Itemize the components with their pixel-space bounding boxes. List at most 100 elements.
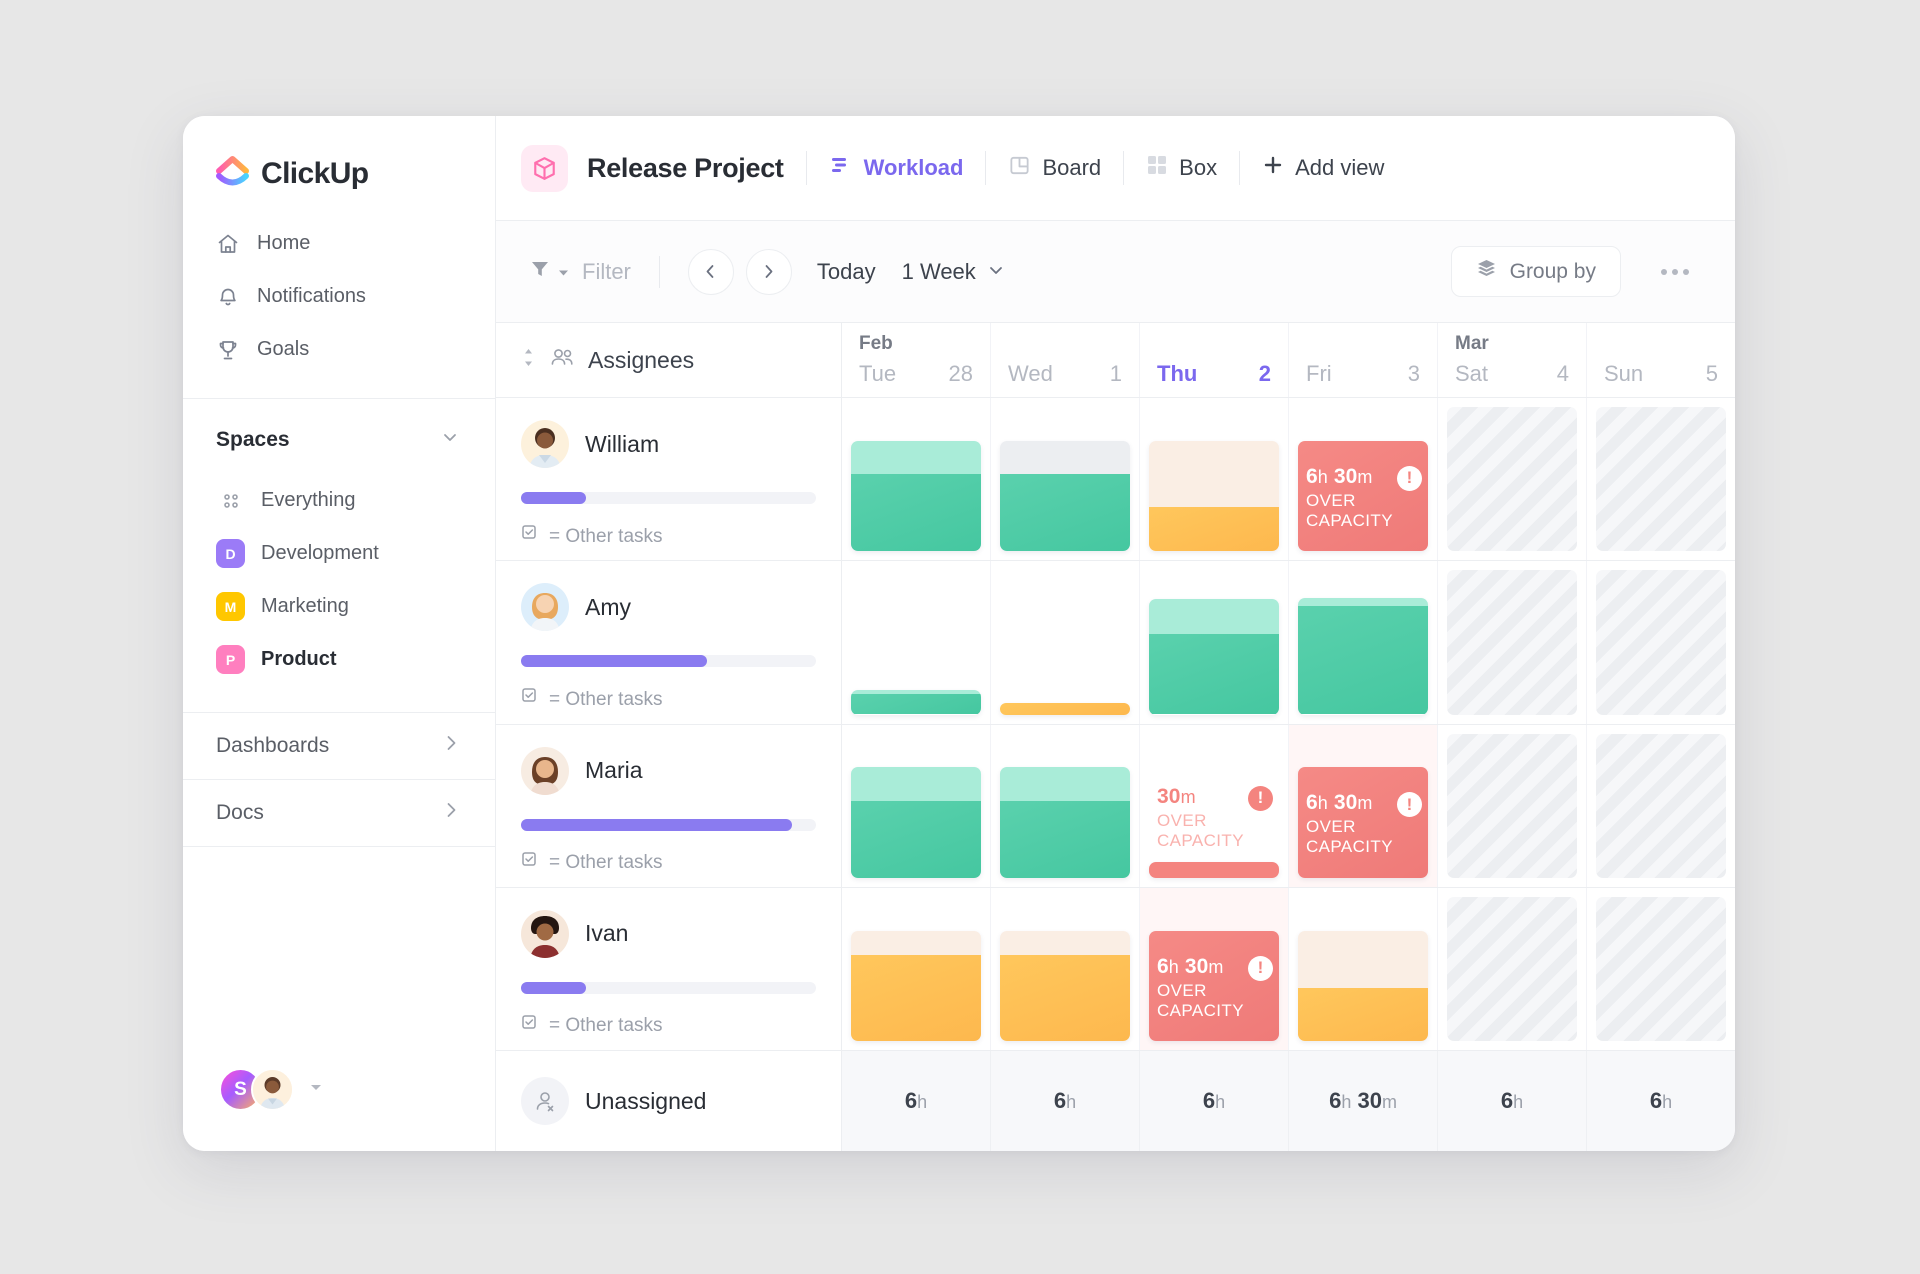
lane-maria[interactable]: Maria = Other tasks	[496, 725, 841, 888]
assignee-name: Amy	[585, 593, 631, 620]
workload-cell[interactable]	[991, 887, 1140, 1050]
assignees-header[interactable]: Assignees	[496, 323, 841, 398]
lane-header: William	[521, 420, 816, 468]
chevron-down-icon[interactable]	[308, 1079, 324, 1100]
avatar[interactable]	[521, 420, 569, 468]
warning-icon: !	[1248, 955, 1273, 981]
lane-william[interactable]: William = Other tasks	[496, 398, 841, 562]
bar-segment	[1298, 988, 1428, 1041]
workload-bar[interactable]	[1000, 767, 1130, 878]
chevron-right-icon	[441, 733, 461, 759]
sidebar-item-notifications[interactable]: Notifications	[183, 270, 495, 323]
spaces-header[interactable]: Spaces	[183, 399, 495, 464]
over-capacity-overlay: 30m OVER CAPACITY !	[1157, 785, 1273, 851]
sidebar-item-goals[interactable]: Goals	[183, 323, 495, 376]
group-by-button[interactable]: Group by	[1450, 246, 1621, 297]
bar-segment	[1149, 440, 1279, 508]
avatar[interactable]	[521, 909, 569, 958]
next-period-button[interactable]	[745, 248, 792, 295]
workload-cell-over-capacity[interactable]: 6h 30m OVER CAPACITY !	[1289, 398, 1438, 561]
workload-bar[interactable]	[1149, 440, 1279, 552]
day-number: 3	[1407, 361, 1420, 386]
workload-bar[interactable]	[1149, 599, 1279, 715]
lane-amy[interactable]: Amy = Other tasks	[496, 561, 841, 725]
over-capacity-caption: OVER CAPACITY	[1157, 810, 1244, 850]
sidebar-item-dashboards[interactable]: Dashboards	[183, 713, 495, 779]
workload-cell[interactable]	[842, 561, 991, 724]
workload-cell[interactable]	[842, 887, 991, 1050]
unassigned-avatar-icon	[521, 1077, 569, 1125]
other-tasks-label: = Other tasks	[549, 688, 663, 710]
tab-board[interactable]: Board	[1008, 154, 1101, 183]
divider	[805, 151, 807, 185]
workload-bar[interactable]	[1000, 703, 1130, 715]
add-view-label: Add view	[1295, 155, 1385, 180]
workload-cell[interactable]	[1289, 887, 1438, 1050]
workload-bar-over[interactable]	[1149, 861, 1279, 878]
avatar[interactable]	[251, 1068, 294, 1111]
workload-row-maria: 30m OVER CAPACITY ! 6h 30m OVER CAPACITY…	[842, 724, 1735, 888]
workload-bar[interactable]	[1000, 930, 1130, 1041]
tab-box[interactable]: Box	[1146, 154, 1217, 182]
workload-bar[interactable]	[851, 690, 981, 715]
assignees-label: Assignees	[588, 346, 695, 373]
workload-bar[interactable]	[1298, 930, 1428, 1041]
prev-period-button[interactable]	[687, 248, 734, 295]
sidebar-item-docs[interactable]: Docs	[183, 780, 495, 846]
more-options-button[interactable]	[1651, 259, 1699, 285]
sidebar-item-home[interactable]: Home	[183, 217, 495, 270]
weekend-hatch	[1596, 570, 1726, 715]
workload-cell-over-capacity[interactable]: 6h 30m OVER CAPACITY !	[1140, 887, 1289, 1050]
workload-cell[interactable]	[991, 561, 1140, 724]
assignee-name: Ivan	[585, 920, 629, 947]
avatar[interactable]	[521, 583, 569, 632]
brand-logo[interactable]: ClickUp	[183, 116, 495, 191]
user-avatar-group[interactable]: S	[183, 1068, 495, 1151]
other-tasks-row[interactable]: = Other tasks	[521, 687, 816, 712]
workload-cell[interactable]	[1289, 561, 1438, 724]
day-column-header: Wed 1	[991, 323, 1140, 397]
sidebar-item-development[interactable]: D Development	[183, 527, 495, 580]
other-tasks-row[interactable]: = Other tasks	[521, 851, 816, 876]
capacity-bar	[521, 492, 816, 504]
workload-cell[interactable]	[991, 398, 1140, 561]
brand-name: ClickUp	[261, 156, 369, 190]
avatar[interactable]	[521, 746, 569, 795]
day-of-week: Tue	[859, 361, 897, 386]
workload-cell[interactable]	[842, 724, 991, 887]
over-capacity-overlay: 6h 30m OVER CAPACITY !	[1157, 955, 1273, 1021]
other-tasks-row[interactable]: = Other tasks	[521, 524, 816, 549]
chevron-down-icon[interactable]	[440, 427, 460, 452]
sidebar-item-marketing[interactable]: M Marketing	[183, 580, 495, 633]
capacity-fill	[521, 655, 707, 668]
tab-workload[interactable]: Workload	[829, 153, 963, 183]
workload-cell[interactable]	[1140, 398, 1289, 561]
lane-unassigned[interactable]: Unassigned	[496, 1051, 841, 1151]
workload-bar[interactable]	[851, 767, 981, 878]
view-toolbar: Filter Today 1 Week Group by	[496, 221, 1735, 323]
total-cell: 6h	[842, 1051, 991, 1151]
workload-cell-over-capacity[interactable]: 30m OVER CAPACITY !	[1140, 724, 1289, 887]
workload-bar[interactable]	[851, 440, 981, 552]
workload-cell[interactable]	[1140, 561, 1289, 724]
bar-segment	[851, 954, 981, 1041]
add-view-button[interactable]: Add view	[1262, 154, 1384, 182]
warning-icon: !	[1397, 465, 1422, 491]
workload-bar[interactable]	[1298, 597, 1428, 715]
today-button[interactable]: Today	[817, 259, 876, 285]
sidebar-item-everything[interactable]: Everything	[183, 474, 495, 527]
workload-cell[interactable]	[842, 398, 991, 561]
range-selector[interactable]: 1 Week	[902, 259, 1005, 285]
lane-ivan[interactable]: Ivan = Other tasks	[496, 888, 841, 1051]
sort-icon[interactable]	[521, 348, 536, 372]
other-tasks-row[interactable]: = Other tasks	[521, 1014, 816, 1039]
sidebar-item-product[interactable]: P Product	[183, 633, 495, 686]
filter-button[interactable]: Filter	[529, 258, 631, 286]
bar-segment	[1149, 599, 1279, 634]
workload-cell[interactable]	[991, 724, 1140, 887]
divider	[985, 151, 987, 185]
workload-bar[interactable]	[1000, 440, 1130, 552]
day-of-week: Thu	[1157, 361, 1198, 386]
workload-cell-over-capacity[interactable]: 6h 30m OVER CAPACITY !	[1289, 724, 1438, 887]
workload-bar[interactable]	[851, 930, 981, 1041]
